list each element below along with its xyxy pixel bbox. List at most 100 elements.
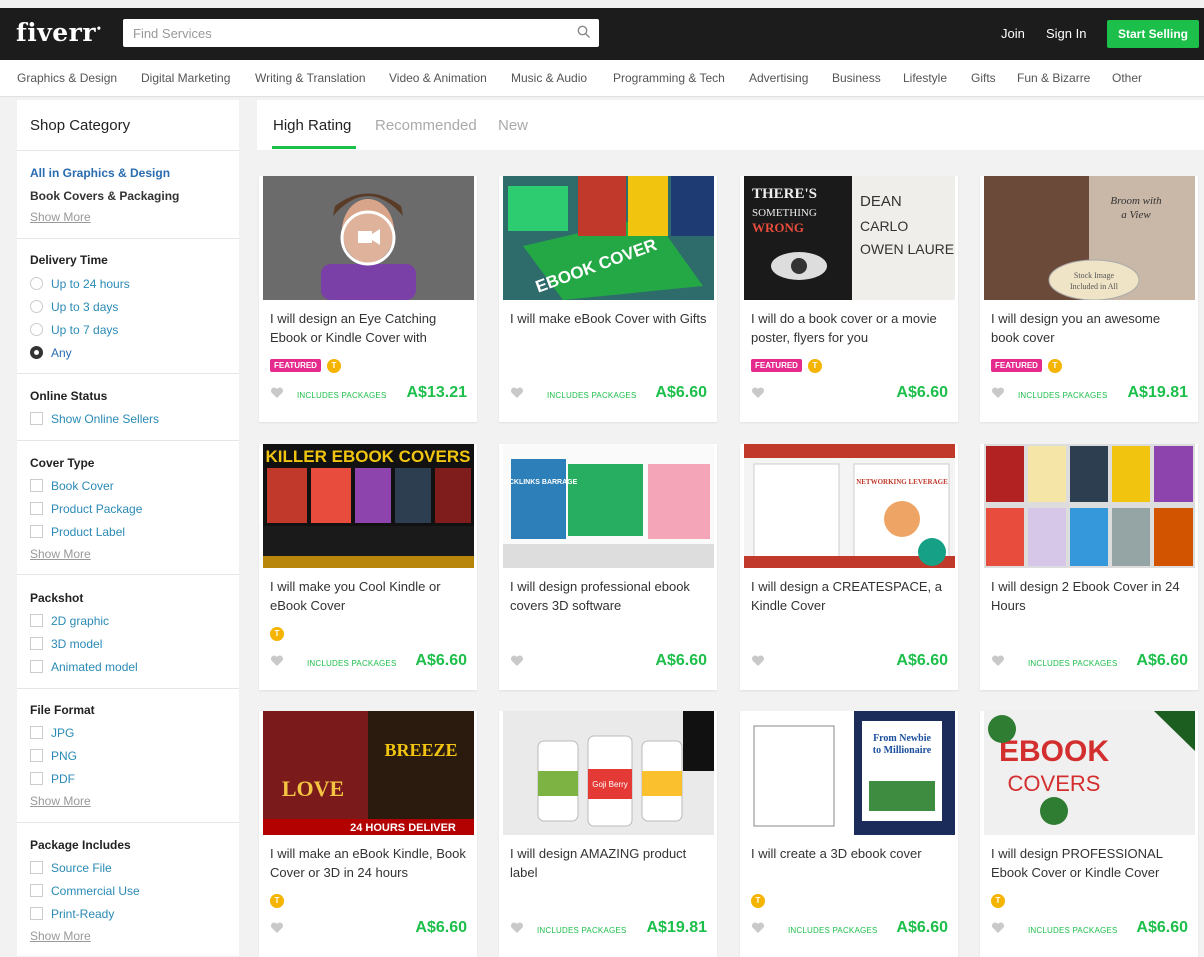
packshot-option[interactable]: 2D graphic (30, 613, 109, 629)
gig-card[interactable]: THERE'S SOMETHING WRONG DEAN CARLO OWEN … (740, 176, 958, 422)
current-category[interactable]: Book Covers & Packaging (30, 189, 179, 203)
delivery-option[interactable]: Up to 3 days (30, 299, 118, 315)
nav-digital-marketing[interactable]: Digital Marketing (141, 71, 230, 85)
file-format-option[interactable]: JPG (30, 725, 74, 741)
checkbox[interactable] (30, 502, 43, 516)
file-format-option[interactable]: PNG (30, 748, 77, 764)
gig-card[interactable]: KILLER EBOOK COVERS I will make you Cool… (259, 444, 477, 690)
join-link[interactable]: Join (1001, 26, 1025, 41)
cover-type-option[interactable]: Book Cover (30, 478, 114, 494)
gig-title[interactable]: I will design you an awesome book cover (991, 309, 1191, 347)
package-option[interactable]: Source File (30, 860, 112, 876)
show-more-link[interactable]: Show More (30, 794, 91, 808)
nav-programming-tech[interactable]: Programming & Tech (613, 71, 725, 85)
gig-card[interactable]: I will design 2 Ebook Cover in 24 Hours I… (980, 444, 1198, 690)
gig-thumbnail[interactable]: Goji Berry (503, 711, 714, 835)
gig-thumbnail[interactable] (984, 444, 1195, 568)
tab-high-rating[interactable]: High Rating (273, 117, 351, 134)
radio-button[interactable] (30, 300, 43, 314)
heart-icon[interactable] (510, 921, 524, 939)
checkbox[interactable] (30, 884, 43, 898)
heart-icon[interactable] (270, 921, 284, 939)
all-graphics-link[interactable]: All in Graphics & Design (30, 166, 170, 180)
nav-gifts[interactable]: Gifts (971, 71, 996, 85)
start-selling-button[interactable]: Start Selling (1107, 20, 1199, 48)
checkbox[interactable] (30, 660, 43, 674)
nav-lifestyle[interactable]: Lifestyle (903, 71, 947, 85)
checkbox[interactable] (30, 479, 43, 493)
checkbox[interactable] (30, 726, 43, 740)
show-more-link[interactable]: Show More (30, 210, 91, 224)
gig-title[interactable]: I will make eBook Cover with Gifts (510, 309, 710, 328)
heart-icon[interactable] (751, 386, 765, 404)
fiverr-logo[interactable]: fiverr• (16, 18, 102, 47)
gig-title[interactable]: I will design PROFESSIONAL Ebook Cover o… (991, 844, 1191, 882)
gig-title[interactable]: I will design an Eye Catching Ebook or K… (270, 309, 470, 347)
heart-icon[interactable] (991, 921, 1005, 939)
gig-card[interactable]: EBOOK COVER I will make eBook Cover with… (499, 176, 717, 422)
gig-thumbnail[interactable]: EBOOK COVER (503, 176, 714, 300)
gig-card[interactable]: Broom with a View Stock Image Included i… (980, 176, 1198, 422)
heart-icon[interactable] (510, 654, 524, 672)
checkbox[interactable] (30, 412, 43, 426)
heart-icon[interactable] (991, 386, 1005, 404)
tab-recommended[interactable]: Recommended (375, 117, 477, 134)
search-input[interactable]: Find Services (123, 19, 599, 47)
heart-icon[interactable] (751, 654, 765, 672)
nav-video-animation[interactable]: Video & Animation (389, 71, 487, 85)
gig-thumbnail[interactable]: LOVE BREEZE 24 HOURS DELIVER (263, 711, 474, 835)
packshot-option[interactable]: 3D model (30, 636, 102, 652)
delivery-option-selected[interactable]: Any (30, 345, 72, 361)
checkbox[interactable] (30, 614, 43, 628)
checkbox[interactable] (30, 637, 43, 651)
checkbox[interactable] (30, 861, 43, 875)
nav-music-audio[interactable]: Music & Audio (511, 71, 587, 85)
search-icon[interactable] (577, 25, 591, 44)
gig-title[interactable]: I will make you Cool Kindle or eBook Cov… (270, 577, 470, 615)
nav-graphics-design[interactable]: Graphics & Design (17, 71, 117, 85)
gig-card[interactable]: LOVE BREEZE 24 HOURS DELIVER I will make … (259, 711, 477, 957)
gig-title[interactable]: I will design AMAZING product label (510, 844, 710, 882)
cover-type-option[interactable]: Product Package (30, 501, 142, 517)
gig-thumbnail[interactable]: BACKLINKS BARRAGE (503, 444, 714, 568)
show-more-link[interactable]: Show More (30, 547, 91, 561)
gig-card[interactable]: NETWORKING LEVERAGE I will design a CREA… (740, 444, 958, 690)
package-option[interactable]: Commercial Use (30, 883, 140, 899)
gig-title[interactable]: I will create a 3D ebook cover (751, 844, 951, 863)
heart-icon[interactable] (270, 386, 284, 404)
gig-title[interactable]: I will design professional ebook covers … (510, 577, 710, 615)
nav-advertising[interactable]: Advertising (749, 71, 808, 85)
checkbox[interactable] (30, 772, 43, 786)
radio-button[interactable] (30, 323, 43, 337)
gig-card[interactable]: Goji Berry I will design AMAZING product… (499, 711, 717, 957)
gig-thumbnail[interactable]: EBOOK COVERS (984, 711, 1195, 835)
gig-thumbnail[interactable]: Broom with a View Stock Image Included i… (984, 176, 1195, 300)
gig-thumbnail[interactable]: KILLER EBOOK COVERS (263, 444, 474, 568)
radio-button-selected[interactable] (30, 346, 43, 360)
checkbox[interactable] (30, 749, 43, 763)
tab-new[interactable]: New (498, 117, 528, 134)
nav-writing-translation[interactable]: Writing & Translation (255, 71, 366, 85)
gig-card[interactable]: BACKLINKS BARRAGE I will design professi… (499, 444, 717, 690)
checkbox[interactable] (30, 525, 43, 539)
package-option[interactable]: Print-Ready (30, 906, 114, 922)
heart-icon[interactable] (751, 921, 765, 939)
radio-button[interactable] (30, 277, 43, 291)
cover-type-option[interactable]: Product Label (30, 524, 125, 540)
nav-fun-bizarre[interactable]: Fun & Bizarre (1017, 71, 1090, 85)
gig-card[interactable]: From Newbie to Millionaire I will create… (740, 711, 958, 957)
gig-title[interactable]: I will design a CREATESPACE, a Kindle Co… (751, 577, 951, 615)
gig-thumbnail[interactable]: NETWORKING LEVERAGE (744, 444, 955, 568)
gig-card[interactable]: EBOOK COVERS I will design PROFESSIONAL … (980, 711, 1198, 957)
sign-in-link[interactable]: Sign In (1046, 26, 1086, 41)
gig-card[interactable]: I will design an Eye Catching Ebook or K… (259, 176, 477, 422)
online-option[interactable]: Show Online Sellers (30, 411, 159, 427)
heart-icon[interactable] (510, 386, 524, 404)
nav-business[interactable]: Business (832, 71, 881, 85)
delivery-option[interactable]: Up to 24 hours (30, 276, 130, 292)
heart-icon[interactable] (270, 654, 284, 672)
checkbox[interactable] (30, 907, 43, 921)
gig-title[interactable]: I will do a book cover or a movie poster… (751, 309, 951, 347)
file-format-option[interactable]: PDF (30, 771, 75, 787)
show-more-link[interactable]: Show More (30, 929, 91, 943)
